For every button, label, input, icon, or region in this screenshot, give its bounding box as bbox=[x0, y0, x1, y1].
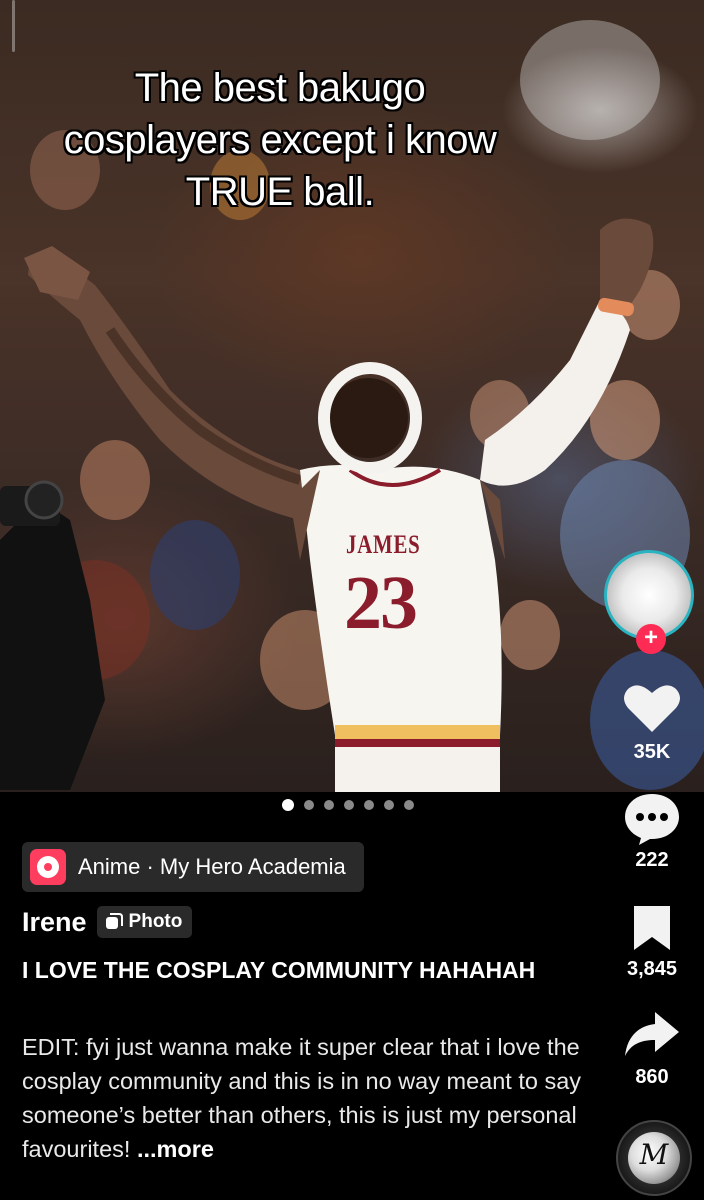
save-button[interactable] bbox=[622, 904, 682, 957]
comment-bubble-icon bbox=[625, 794, 679, 845]
music-disc[interactable]: M bbox=[616, 1120, 692, 1196]
scroll-indicator bbox=[12, 0, 15, 52]
pagination-dot bbox=[324, 800, 334, 810]
share-button[interactable] bbox=[622, 1010, 682, 1063]
jersey-name: JAMES bbox=[346, 530, 421, 559]
save-count: 3,845 bbox=[626, 958, 678, 980]
jersey-number: 23 bbox=[344, 561, 418, 645]
bookmark-icon bbox=[634, 906, 670, 950]
pagination-dot bbox=[364, 800, 374, 810]
description-text: EDIT: fyi just wanna make it super clear… bbox=[22, 1034, 582, 1162]
author-name[interactable]: Irene bbox=[22, 907, 87, 938]
photo-stack-icon bbox=[105, 913, 123, 929]
more-link[interactable]: ...more bbox=[137, 1136, 214, 1162]
photo-badge: Photo bbox=[96, 906, 193, 938]
follow-plus-icon[interactable]: + bbox=[636, 624, 666, 654]
post-photo[interactable]: JAMES 23 The best bakugo cosplayers exce… bbox=[0, 0, 704, 792]
comment-count: 222 bbox=[635, 849, 669, 871]
photo-pagination bbox=[282, 798, 414, 812]
comment-button[interactable] bbox=[622, 792, 682, 851]
anchor-label: Anime · My Hero Academia bbox=[78, 854, 346, 879]
pagination-dot bbox=[304, 800, 314, 810]
music-disc-logo: M bbox=[639, 1138, 669, 1171]
share-arrow-icon bbox=[625, 1012, 679, 1056]
anime-anchor-icon bbox=[30, 849, 66, 885]
author-row: Irene Photo bbox=[22, 906, 193, 938]
pagination-dot bbox=[282, 799, 294, 811]
photographer-silhouette bbox=[0, 500, 105, 790]
pagination-dot bbox=[404, 800, 414, 810]
pagination-dot bbox=[384, 800, 394, 810]
share-count: 860 bbox=[635, 1066, 669, 1088]
post-title: I LOVE THE COSPLAY COMMUNITY HAHAHAH bbox=[22, 957, 536, 983]
photo-badge-label: Photo bbox=[128, 911, 183, 932]
caption-overlay: The best bakugo cosplayers except i know… bbox=[63, 66, 497, 214]
like-count: 35K bbox=[633, 741, 671, 763]
pagination-dot bbox=[344, 800, 354, 810]
creator-avatar[interactable]: + bbox=[604, 550, 700, 654]
anchor-tag[interactable]: Anime · My Hero Academia bbox=[22, 842, 364, 892]
like-button[interactable] bbox=[622, 682, 682, 739]
post-description[interactable]: EDIT: fyi just wanna make it super clear… bbox=[22, 1030, 592, 1166]
heart-icon bbox=[624, 685, 680, 732]
